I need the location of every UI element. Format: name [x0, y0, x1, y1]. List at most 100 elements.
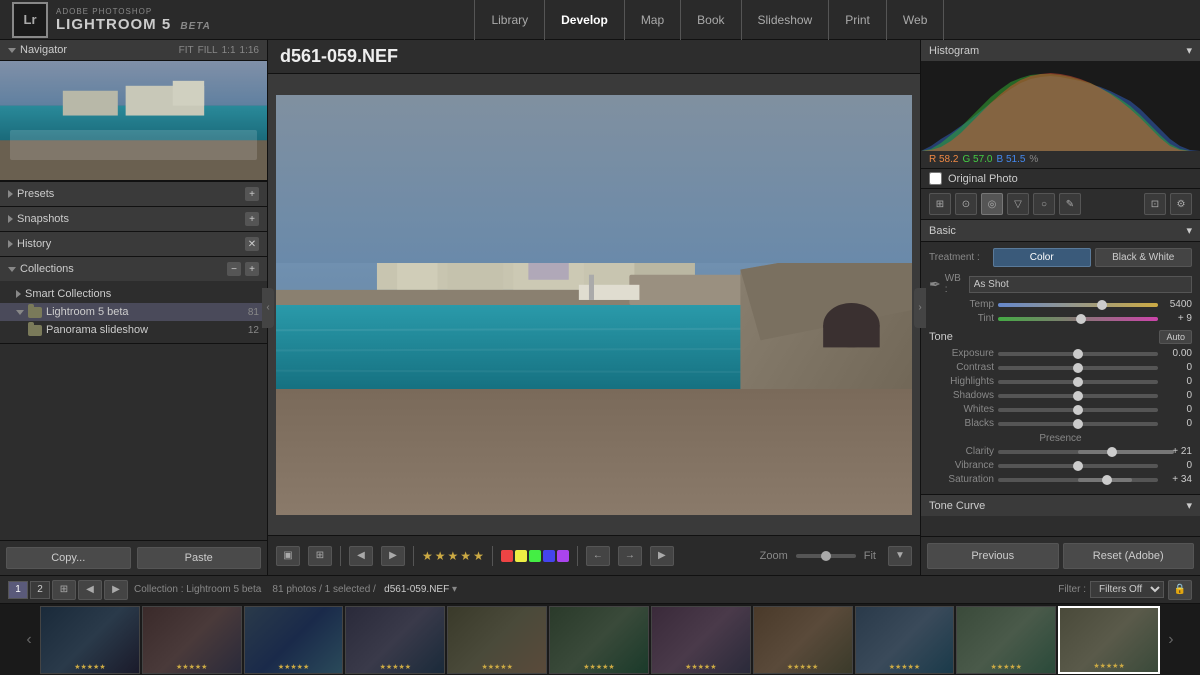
blacks-slider[interactable]: [998, 422, 1158, 426]
thumbnail-7[interactable]: ★★★★★: [651, 606, 751, 674]
thumbnail-2[interactable]: ★★★★★: [142, 606, 242, 674]
smart-collections-item[interactable]: Smart Collections: [0, 285, 267, 303]
collections-add-btn[interactable]: +: [245, 262, 259, 276]
thumbnail-9[interactable]: ★★★★★: [855, 606, 955, 674]
presets-header[interactable]: Presets +: [0, 182, 267, 206]
nav-web[interactable]: Web: [887, 0, 944, 40]
spot-removal-btn[interactable]: ⊙: [955, 193, 977, 215]
zoom-fit[interactable]: FIT: [179, 45, 194, 56]
zoom-slider[interactable]: [796, 554, 856, 558]
history-clear-btn[interactable]: ✕: [245, 237, 259, 251]
auto-btn[interactable]: Auto: [1159, 330, 1192, 344]
tone-curve-header[interactable]: Tone Curve ▾: [921, 494, 1200, 516]
zoom-fill[interactable]: FILL: [198, 45, 218, 56]
fit-btn[interactable]: ▼: [888, 546, 912, 566]
image-header: d561-059.NEF: [268, 40, 920, 74]
next-arrow-btn[interactable]: →: [618, 546, 642, 566]
prev-page-btn[interactable]: ◀: [78, 580, 102, 600]
nav-library[interactable]: Library: [474, 0, 545, 40]
graduated-filter-btn[interactable]: ▽: [1007, 193, 1029, 215]
clarity-slider[interactable]: [998, 450, 1158, 454]
panorama-slideshow-item[interactable]: Panorama slideshow 12: [0, 321, 267, 339]
contrast-slider[interactable]: [998, 366, 1158, 370]
zoom-1-1[interactable]: 1:1: [222, 45, 236, 56]
thumbnail-1[interactable]: ★★★★★: [40, 606, 140, 674]
saturation-slider[interactable]: [998, 478, 1158, 482]
next-photo-btn[interactable]: ▶: [381, 546, 405, 566]
filename-dropdown-icon[interactable]: ▾: [452, 584, 457, 595]
right-panel-collapse-btn[interactable]: ›: [914, 288, 926, 328]
histogram-g-value: G 57.0: [962, 154, 992, 165]
prev-photo-btn[interactable]: ◀: [349, 546, 373, 566]
bw-treatment-btn[interactable]: Black & White: [1095, 248, 1193, 267]
red-eye-btn[interactable]: ◎: [981, 193, 1003, 215]
color-treatment-btn[interactable]: Color: [993, 248, 1091, 267]
color-blue[interactable]: [543, 550, 555, 562]
nav-print[interactable]: Print: [829, 0, 887, 40]
tint-value: + 9: [1162, 313, 1192, 324]
thumbnail-8[interactable]: ★★★★★: [753, 606, 853, 674]
snapshots-header[interactable]: Snapshots +: [0, 207, 267, 231]
highlights-row: Highlights 0: [929, 376, 1192, 387]
left-panel-collapse-btn[interactable]: ‹: [262, 288, 274, 328]
tint-slider[interactable]: [998, 317, 1158, 321]
thumbnail-10[interactable]: ★★★★★: [956, 606, 1056, 674]
filmstrip-next-btn[interactable]: ›: [1162, 606, 1180, 673]
thumbnail-3[interactable]: ★★★★★: [244, 606, 344, 674]
previous-button[interactable]: Previous: [927, 543, 1059, 569]
color-yellow[interactable]: [515, 550, 527, 562]
temp-slider[interactable]: [998, 303, 1158, 307]
thumbnail-4[interactable]: ★★★★★: [345, 606, 445, 674]
settings-btn[interactable]: ⚙: [1170, 193, 1192, 215]
filter-lock-btn[interactable]: 🔒: [1168, 580, 1192, 600]
star-rating[interactable]: ★ ★ ★ ★ ★: [422, 549, 484, 563]
vibrance-slider[interactable]: [998, 464, 1158, 468]
grid-layout-btn[interactable]: ⊞: [52, 580, 76, 600]
before-after-btn[interactable]: ⊡: [1144, 193, 1166, 215]
eyedropper-icon[interactable]: ✒: [929, 276, 941, 293]
wb-select[interactable]: As Shot Auto Daylight Cloudy Custom: [969, 276, 1192, 293]
tint-label: Tint: [929, 313, 994, 324]
selected-filename[interactable]: d561-059.NEF: [384, 584, 449, 595]
shadows-slider[interactable]: [998, 394, 1158, 398]
original-photo-checkbox[interactable]: [929, 172, 942, 185]
color-red[interactable]: [501, 550, 513, 562]
radial-filter-btn[interactable]: ○: [1033, 193, 1055, 215]
page-1-btn[interactable]: 1: [8, 581, 28, 599]
color-purple[interactable]: [557, 550, 569, 562]
exposure-slider[interactable]: [998, 352, 1158, 356]
snapshots-add-btn[interactable]: +: [245, 212, 259, 226]
histogram-header[interactable]: Histogram ▾: [921, 40, 1200, 61]
view-mode-btn[interactable]: ▣: [276, 546, 300, 566]
paste-button[interactable]: Paste: [137, 547, 262, 569]
color-green[interactable]: [529, 550, 541, 562]
navigator-header[interactable]: Navigator FIT FILL 1:1 1:16: [0, 40, 267, 61]
highlights-slider[interactable]: [998, 380, 1158, 384]
collections-remove-btn[interactable]: −: [227, 262, 241, 276]
prev-arrow-btn[interactable]: ←: [586, 546, 610, 566]
basic-section-header[interactable]: Basic ▾: [921, 220, 1200, 242]
reset-button[interactable]: Reset (Adobe): [1063, 543, 1195, 569]
lr5-beta-collection-item[interactable]: Lightroom 5 beta 81: [0, 303, 267, 321]
play-btn[interactable]: ▶: [650, 546, 674, 566]
thumbnail-11[interactable]: ★★★★★: [1058, 606, 1160, 674]
grid-view-btn[interactable]: ⊞: [308, 546, 332, 566]
copy-button[interactable]: Copy...: [6, 547, 131, 569]
filmstrip-prev-btn[interactable]: ‹: [20, 606, 38, 673]
filter-select[interactable]: Filters Off Flagged Rated Colored: [1090, 581, 1164, 598]
zoom-1-16[interactable]: 1:16: [240, 45, 259, 56]
thumbnail-5[interactable]: ★★★★★: [447, 606, 547, 674]
whites-slider[interactable]: [998, 408, 1158, 412]
thumbnail-6[interactable]: ★★★★★: [549, 606, 649, 674]
next-page-btn[interactable]: ▶: [104, 580, 128, 600]
history-header[interactable]: History ✕: [0, 232, 267, 256]
page-2-btn[interactable]: 2: [30, 581, 50, 599]
nav-map[interactable]: Map: [625, 0, 681, 40]
crop-tool-btn[interactable]: ⊞: [929, 193, 951, 215]
nav-develop[interactable]: Develop: [545, 0, 625, 40]
collections-header[interactable]: Collections − +: [0, 257, 267, 281]
adjustment-brush-btn[interactable]: ✎: [1059, 193, 1081, 215]
presets-add-btn[interactable]: +: [245, 187, 259, 201]
nav-slideshow[interactable]: Slideshow: [742, 0, 830, 40]
nav-book[interactable]: Book: [681, 0, 741, 40]
